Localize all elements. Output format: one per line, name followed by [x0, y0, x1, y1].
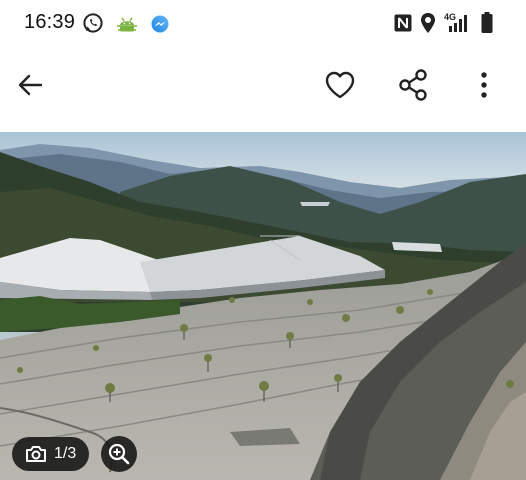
status-bar: 16:39 4G — [0, 0, 526, 46]
listing-photo[interactable] — [0, 132, 526, 480]
app-bar — [0, 46, 526, 132]
battery-icon — [480, 11, 494, 40]
android-debug-icon — [116, 13, 138, 40]
favorite-button[interactable] — [317, 64, 363, 110]
more-options-button[interactable] — [461, 64, 507, 110]
status-time: 16:39 — [24, 11, 76, 33]
back-button[interactable] — [7, 64, 53, 110]
image-counter-text: 1/3 — [54, 445, 77, 462]
heart-icon — [324, 70, 356, 105]
share-button[interactable] — [390, 64, 436, 110]
messenger-icon — [150, 14, 170, 39]
arrow-left-icon — [16, 71, 44, 104]
image-counter-badge[interactable]: 1/3 — [12, 437, 89, 471]
share-icon — [397, 68, 429, 107]
zoom-button[interactable] — [101, 436, 137, 472]
nfc-icon — [393, 13, 413, 38]
signal-4g-icon: 4G — [443, 11, 475, 40]
location-icon — [419, 12, 437, 39]
camera-icon — [25, 444, 47, 464]
landscape-image — [0, 132, 526, 480]
svg-text:4G: 4G — [444, 12, 456, 22]
zoom-in-icon — [107, 442, 131, 466]
more-vertical-icon — [480, 71, 488, 104]
whatsapp-icon — [82, 12, 104, 39]
